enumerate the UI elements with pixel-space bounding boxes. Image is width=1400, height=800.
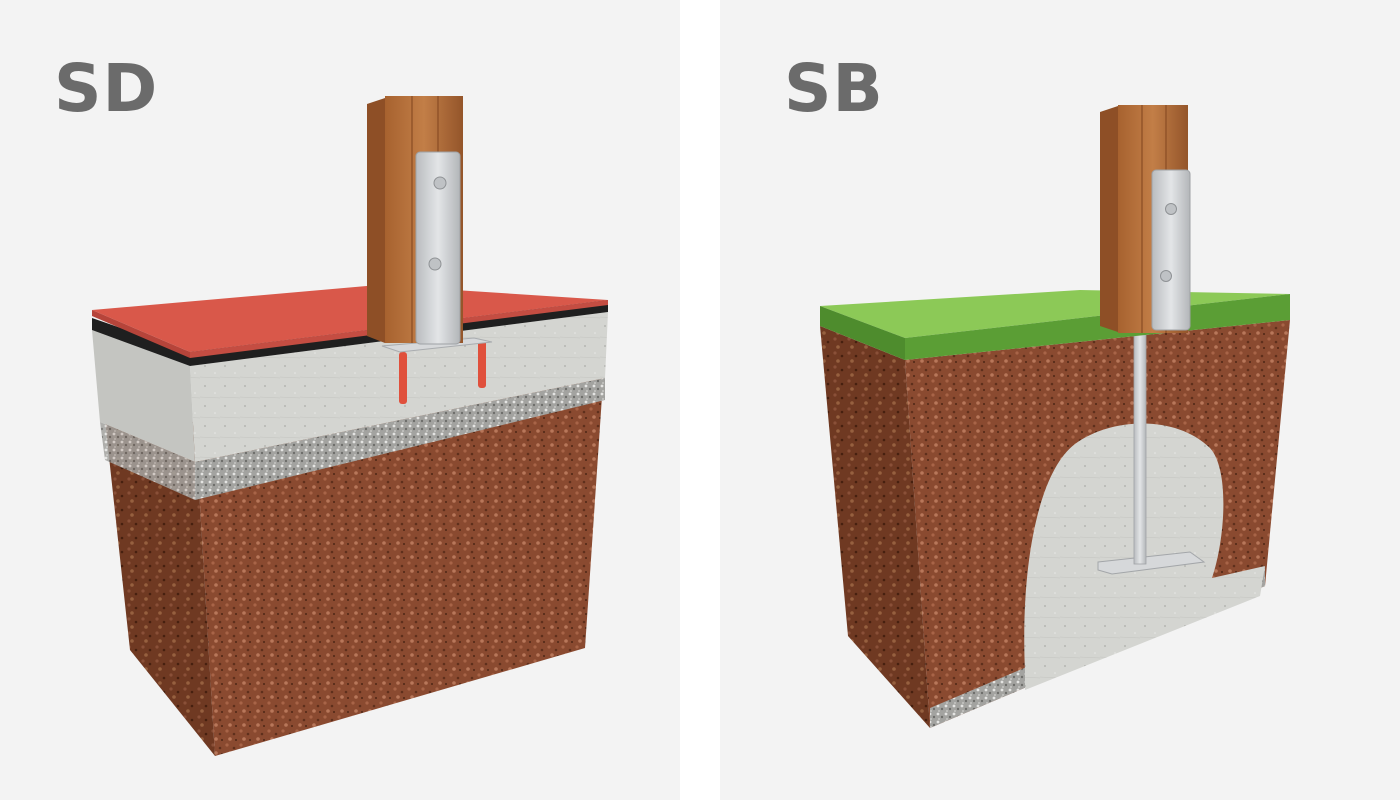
sb-steel-bracket <box>1151 169 1191 331</box>
sb-steel-tube <box>1133 327 1147 565</box>
sd-anchor-bolt-right <box>478 340 486 388</box>
sb-timber-post-side <box>1100 106 1118 332</box>
panel-sb: SB <box>720 0 1400 800</box>
sd-bracket-bolt-top <box>433 176 447 190</box>
sd-bracket-bolt-bottom <box>428 257 442 271</box>
panel-sd: SD <box>0 0 680 800</box>
sd-timber-post-side <box>367 98 385 343</box>
sd-anchor-bolt-left <box>399 352 407 404</box>
sd-foundation-illustration <box>92 96 608 756</box>
sb-foundation-illustration <box>820 105 1290 728</box>
sb-bracket-bolt-top <box>1165 203 1177 215</box>
sb-bracket-bolt-bottom <box>1160 270 1172 282</box>
